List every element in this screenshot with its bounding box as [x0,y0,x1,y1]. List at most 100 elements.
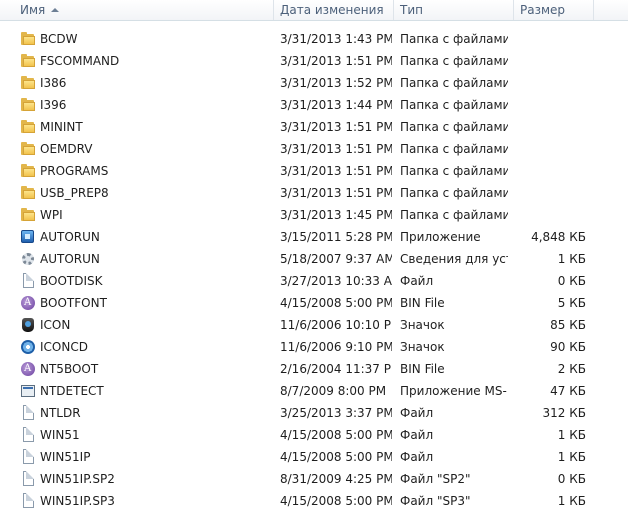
file-size: 0 КБ [557,472,586,486]
column-header-type[interactable]: Тип [394,0,514,20]
file-name: ICON [40,318,71,332]
file-date: 3/31/2013 1:51 PM [280,54,392,68]
file-type: Файл "SP3" [400,494,471,508]
file-row[interactable]: BOOTFONT 4/15/2008 5:00 PM BIN File 5 КБ [0,292,628,314]
ico-cd-icon [20,339,36,355]
file-type: Файл [400,274,434,288]
file-date: 3/31/2013 1:44 PM [280,98,392,112]
file-icon [20,427,36,443]
file-row[interactable]: NTDETECT 8/7/2009 8:00 PM Приложение MS-..… [0,380,628,402]
file-name: USB_PREP8 [40,186,109,200]
file-type: Папка с файлами [400,186,508,200]
folder-icon [20,207,36,223]
file-row[interactable]: BCDW 3/31/2013 1:43 PM Папка с файлами [0,28,628,50]
file-size: 1 КБ [557,494,586,508]
file-row[interactable]: ICONCD 11/6/2006 9:10 PM Значок 90 КБ [0,336,628,358]
folder-icon [20,75,36,91]
file-size: 47 КБ [550,384,586,398]
file-size [516,204,586,226]
file-name: ICONCD [40,340,88,354]
file-row[interactable]: WIN51 4/15/2008 5:00 PM Файл 1 КБ [0,424,628,446]
file-name: AUTORUN [40,230,100,244]
column-header-size[interactable]: Размер [514,0,594,20]
column-header-date[interactable]: Дата изменения [274,0,394,20]
file-type: Папка с файлами [400,164,508,178]
file-date: 3/31/2013 1:51 PM [280,120,392,134]
folder-icon [20,53,36,69]
file-date: 3/31/2013 1:45 PM [280,208,392,222]
file-size [516,50,586,72]
file-size: 5 КБ [557,296,586,310]
file-row[interactable]: USB_PREP8 3/31/2013 1:51 PM Папка с файлам… [0,182,628,204]
file-name: AUTORUN [40,252,100,266]
file-row[interactable]: BOOTDISK 3/27/2013 10:33 AM Файл 0 КБ [0,270,628,292]
file-name: WIN51IP.SP3 [40,494,115,508]
file-size [516,160,586,182]
file-name: NTLDR [40,406,81,420]
file-row[interactable]: PROGRAMS 3/31/2013 1:51 PM Папка с файлами [0,160,628,182]
file-date: 3/31/2013 1:51 PM [280,164,392,178]
folder-icon [20,31,36,47]
column-header-type-label: Тип [400,3,423,17]
file-icon [20,405,36,421]
column-header-size-label: Размер [520,3,566,17]
file-row[interactable]: AUTORUN 3/15/2011 5:28 PM Приложение 4,848 … [0,226,628,248]
file-name: I396 [40,98,67,112]
file-icon [20,493,36,509]
ico-file-icon [20,317,36,333]
file-row[interactable]: NT5BOOT 2/16/2004 11:37 PM BIN File 2 КБ [0,358,628,380]
file-row[interactable]: WIN51IP.SP2 8/31/2009 4:25 PM Файл "SP2" 0 … [0,468,628,490]
file-row[interactable]: WPI 3/31/2013 1:45 PM Папка с файлами [0,204,628,226]
file-size [516,182,586,204]
file-date: 3/31/2013 1:43 PM [280,32,392,46]
file-date: 5/18/2007 9:37 AM [280,252,392,266]
file-name: BCDW [40,32,78,46]
file-type: Папка с файлами [400,208,508,222]
file-size: 1 КБ [557,450,586,464]
column-header-date-label: Дата изменения [280,3,384,17]
file-type: Файл [400,428,434,442]
file-row[interactable]: AUTORUN 5/18/2007 9:37 AM Сведения для уст… [0,248,628,270]
file-icon [20,273,36,289]
file-date: 4/15/2008 5:00 PM [280,428,392,442]
file-type: Сведения для уст... [400,252,508,266]
file-type: Папка с файлами [400,76,508,90]
file-size: 312 КБ [542,406,586,420]
file-date: 11/6/2006 9:10 PM [280,340,392,354]
file-row[interactable]: I386 3/31/2013 1:52 PM Папка с файлами [0,72,628,94]
file-name: PROGRAMS [40,164,109,178]
file-row[interactable]: NTLDR 3/25/2013 3:37 PM Файл 312 КБ [0,402,628,424]
file-size [516,28,586,50]
system-file-icon [20,383,36,399]
file-date: 2/16/2004 11:37 PM [280,362,392,376]
file-row[interactable]: WIN51IP.SP3 4/15/2008 5:00 PM Файл "SP3" 1 … [0,490,628,512]
file-size [516,138,586,160]
file-date: 3/31/2013 1:51 PM [280,142,392,156]
file-name: BOOTDISK [40,274,103,288]
file-row[interactable]: I396 3/31/2013 1:44 PM Папка с файлами [0,94,628,116]
bin-file-icon [20,358,36,380]
file-date: 3/25/2013 3:37 PM [280,406,392,420]
file-row[interactable]: ICON 11/6/2006 10:10 PM Значок 85 КБ [0,314,628,336]
file-name: WPI [40,208,63,222]
application-icon [20,229,36,245]
file-name: I386 [40,76,67,90]
file-size: 1 КБ [557,428,586,442]
file-name: FSCOMMAND [40,54,120,68]
file-date: 4/15/2008 5:00 PM [280,450,392,464]
file-date: 4/15/2008 5:00 PM [280,494,392,508]
file-row[interactable]: OEMDRV 3/31/2013 1:51 PM Папка с файлами [0,138,628,160]
column-header-name[interactable]: Имя [0,0,274,20]
file-size [516,116,586,138]
file-type: Файл [400,450,434,464]
file-row[interactable]: MININT 3/31/2013 1:51 PM Папка с файлами [0,116,628,138]
column-header-bar: Имя Дата изменения Тип Размер [0,0,628,21]
file-row[interactable]: WIN51IP 4/15/2008 5:00 PM Файл 1 КБ [0,446,628,468]
folder-icon [20,185,36,201]
file-date: 3/27/2013 10:33 AM [280,274,392,288]
file-type: Папка с файлами [400,32,508,46]
file-type: Папка с файлами [400,98,508,112]
file-size [516,72,586,94]
file-date: 4/15/2008 5:00 PM [280,296,392,310]
file-row[interactable]: FSCOMMAND 3/31/2013 1:51 PM Папка с файлам… [0,50,628,72]
